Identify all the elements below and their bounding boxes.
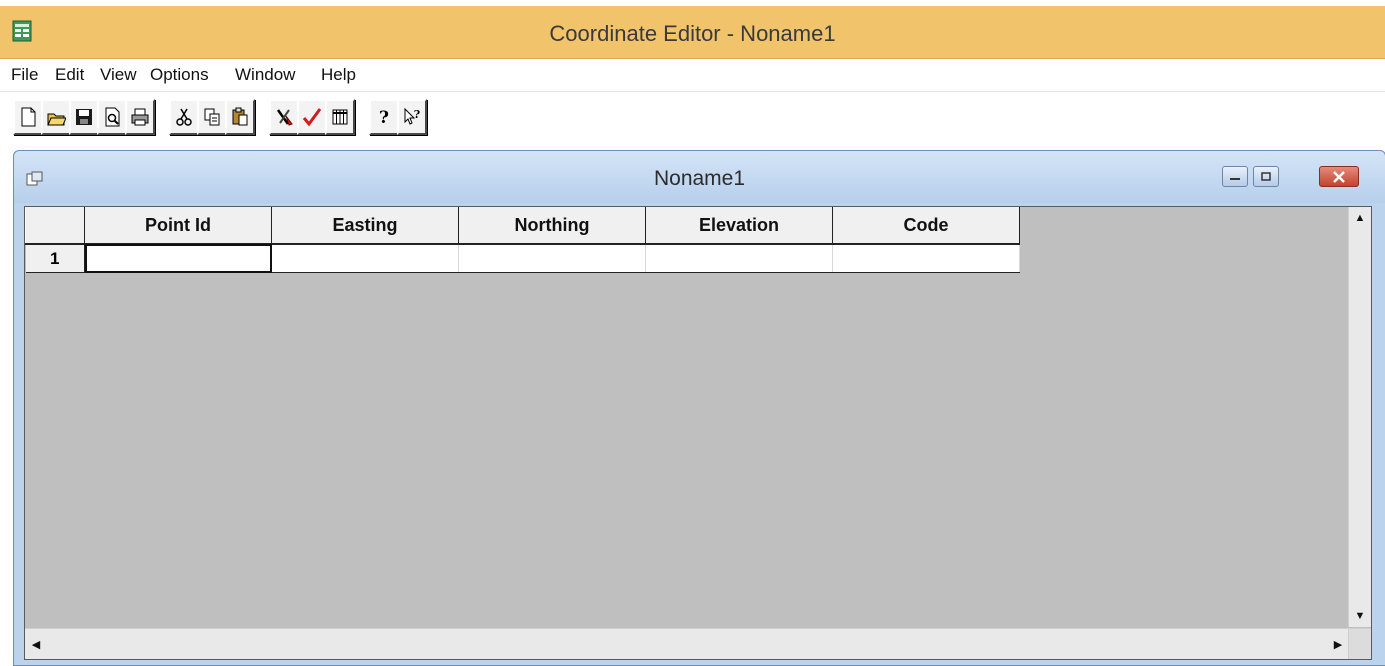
column-header-easting[interactable]: Easting <box>271 207 459 245</box>
table-button[interactable] <box>325 99 355 135</box>
document-title: Noname1 <box>653 167 746 190</box>
column-header-elevation[interactable]: Elevation <box>645 207 833 245</box>
cell-elevation[interactable] <box>645 244 833 273</box>
coordinate-table: Point Id Easting Northing Elevation Code… <box>25 207 1020 273</box>
horizontal-scrollbar[interactable]: ◀ ▶ <box>25 628 1349 659</box>
table-icon <box>332 109 348 125</box>
cell-northing[interactable] <box>458 244 646 273</box>
print-icon <box>131 108 149 126</box>
minimize-button[interactable] <box>1222 166 1248 187</box>
column-header-code[interactable]: Code <box>832 207 1020 245</box>
document-window: Noname1 Point Id Easting Northing Elevat… <box>13 150 1385 666</box>
corner-header[interactable] <box>25 207 85 245</box>
minimize-icon <box>1230 177 1240 180</box>
save-button[interactable] <box>69 99 99 135</box>
vertical-scrollbar[interactable]: ▲ ▼ <box>1348 207 1371 627</box>
table-header-row: Point Id Easting Northing Elevation Code <box>25 207 1020 245</box>
save-icon <box>76 109 92 125</box>
copy-button[interactable] <box>197 99 227 135</box>
coordinate-grid: Point Id Easting Northing Elevation Code… <box>24 206 1372 660</box>
new-icon <box>21 107 36 127</box>
menu-help[interactable]: Help <box>321 65 356 85</box>
column-header-northing[interactable]: Northing <box>458 207 646 245</box>
cut-icon <box>176 108 192 126</box>
toolbar: ? ? <box>0 92 1385 150</box>
cell-point-id[interactable] <box>84 244 272 273</box>
menu-edit[interactable]: Edit <box>55 65 84 85</box>
tools-icon <box>276 109 293 126</box>
scroll-down-arrow-icon[interactable]: ▼ <box>1349 605 1371 627</box>
tools-button[interactable] <box>269 99 299 135</box>
restore-button[interactable] <box>1253 166 1279 187</box>
restore-icon <box>1261 171 1271 181</box>
copy-icon <box>204 108 220 126</box>
cut-button[interactable] <box>169 99 199 135</box>
menu-file[interactable]: File <box>11 65 38 85</box>
app-title-bar[interactable]: Coordinate Editor - Noname1 <box>0 6 1385 59</box>
context-help-icon: ? <box>404 107 420 125</box>
help-icon: ? <box>379 108 389 128</box>
menu-options[interactable]: Options <box>150 65 209 85</box>
paste-button[interactable] <box>225 99 255 135</box>
scroll-up-arrow-icon[interactable]: ▲ <box>1349 207 1371 229</box>
menu-view[interactable]: View <box>100 65 137 85</box>
print-button[interactable] <box>125 99 155 135</box>
new-button[interactable] <box>13 99 43 135</box>
column-header-point-id[interactable]: Point Id <box>84 207 272 245</box>
row-header[interactable]: 1 <box>25 244 85 273</box>
print-preview-icon <box>105 107 120 127</box>
menu-bar: File Edit View Options Window Help <box>0 59 1385 92</box>
close-button[interactable] <box>1319 166 1359 187</box>
svg-text:?: ? <box>379 108 389 128</box>
scroll-right-arrow-icon[interactable]: ▶ <box>1327 629 1349 659</box>
scroll-left-arrow-icon[interactable]: ◀ <box>25 629 47 659</box>
context-help-button[interactable]: ? <box>397 99 427 135</box>
svg-text:?: ? <box>414 108 420 121</box>
table-row: 1 <box>25 244 1020 273</box>
window-title: Coordinate Editor - Noname1 <box>549 21 836 46</box>
cell-code[interactable] <box>832 244 1020 273</box>
open-button[interactable] <box>41 99 71 135</box>
check-button[interactable] <box>297 99 327 135</box>
document-title-bar[interactable]: Noname1 <box>14 151 1385 203</box>
cell-easting[interactable] <box>271 244 459 273</box>
paste-icon <box>232 107 248 126</box>
menu-window[interactable]: Window <box>235 65 295 85</box>
print-preview-button[interactable] <box>97 99 127 135</box>
scrollbar-corner <box>1348 628 1371 659</box>
check-icon <box>302 108 322 127</box>
close-icon <box>1333 170 1345 183</box>
help-button[interactable]: ? <box>369 99 399 135</box>
open-icon <box>47 113 66 126</box>
